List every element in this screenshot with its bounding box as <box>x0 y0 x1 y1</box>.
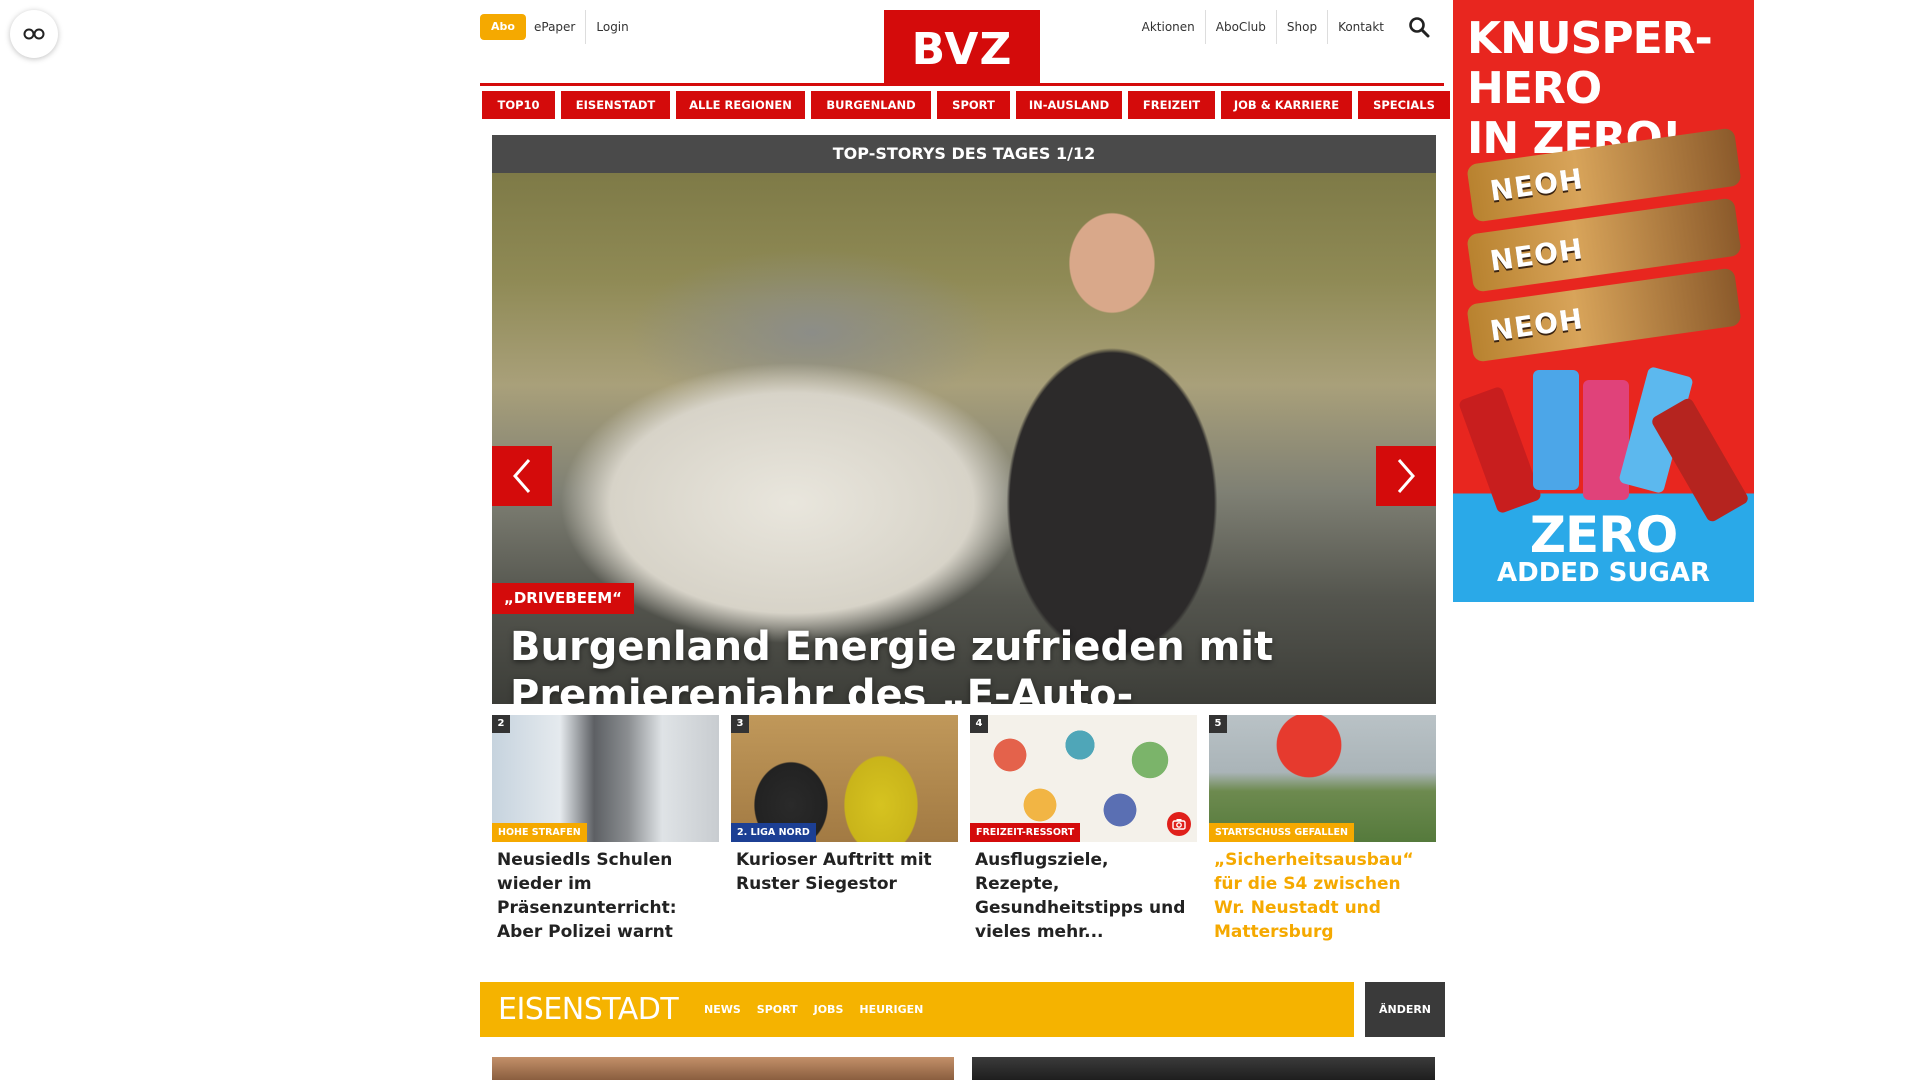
story-title[interactable]: Kurioser Auftritt mit Ruster Siegestor <box>731 842 958 896</box>
region-links: NEWS SPORT JOBS HEURIGEN <box>704 982 939 1037</box>
top-bar: Abo ePaper Login BVZ Aktionen AboClub Sh… <box>480 0 1444 84</box>
story-title[interactable]: „Sicherheitsausbau“ für die S4 zwischen … <box>1209 842 1436 944</box>
ad-product-packs <box>1457 366 1750 524</box>
story-title[interactable]: Ausflugsziele, Rezepte, Gesundheitstipps… <box>970 842 1197 944</box>
advertisement-banner[interactable]: KNUSPER-HERO IN ZERO! NEOH NEOH NEOH ZER… <box>1453 0 1754 602</box>
story-card[interactable]: 4 FREIZEIT-RESSORT Ausflugsziele, Rezept… <box>970 715 1197 944</box>
camera-icon <box>1167 812 1191 836</box>
region-title[interactable]: EISENSTADT <box>498 982 679 1037</box>
region-link-sport[interactable]: SPORT <box>757 982 798 1037</box>
aktionen-link[interactable]: Aktionen <box>1132 10 1205 44</box>
ad-pack <box>1457 385 1543 515</box>
nav-item-burgenland[interactable]: BURGENLAND <box>811 91 931 119</box>
ad-product-name: NEOH <box>1487 301 1586 348</box>
region-link-jobs[interactable]: JOBS <box>814 982 844 1037</box>
story-number: 3 <box>731 715 749 733</box>
story-number: 2 <box>492 715 510 733</box>
top-links-left: ePaper Login <box>524 10 639 44</box>
abo-button[interactable]: Abo <box>480 14 526 40</box>
slider-next-button[interactable] <box>1376 446 1436 506</box>
bvz-logo[interactable]: BVZ <box>884 10 1040 84</box>
page: Abo ePaper Login BVZ Aktionen AboClub Sh… <box>0 0 1920 1080</box>
story-title[interactable]: Neusiedls Schulen wieder im Präsenzunter… <box>492 842 719 944</box>
slider-header: TOP-STORYS DES TAGES 1/12 <box>492 135 1436 173</box>
shop-link[interactable]: Shop <box>1275 10 1327 44</box>
story-tag: STARTSCHUSS GEFALLEN <box>1209 823 1354 842</box>
region-link-news[interactable]: NEWS <box>704 982 741 1037</box>
story-card[interactable]: 5 STARTSCHUSS GEFALLEN „Sicherheitsausba… <box>1209 715 1436 944</box>
story-number: 4 <box>970 715 988 733</box>
nav-item-specials[interactable]: SPECIALS <box>1358 91 1450 119</box>
story-image[interactable]: 4 FREIZEIT-RESSORT <box>970 715 1197 842</box>
aboclub-link[interactable]: AboClub <box>1204 10 1276 44</box>
nav-item-alle-regionen[interactable]: ALLE REGIONEN <box>676 91 805 119</box>
top-links-right: Aktionen AboClub Shop Kontakt <box>1132 10 1394 44</box>
ad-product-name: NEOH <box>1487 161 1586 208</box>
story-card[interactable]: 2 HOHE STRAFEN Neusiedls Schulen wieder … <box>492 715 719 944</box>
nav-item-freizeit[interactable]: FREIZEIT <box>1128 91 1215 119</box>
story-image[interactable]: 3 2. LIGA NORD <box>731 715 958 842</box>
main-nav: TOP10 EISENSTADT ALLE REGIONEN BURGENLAN… <box>482 91 1450 119</box>
nav-item-job-karriere[interactable]: JOB & KARRIERE <box>1221 91 1352 119</box>
story-image[interactable]: 2 HOHE STRAFEN <box>492 715 719 842</box>
region-bar: EISENSTADT NEWS SPORT JOBS HEURIGEN <box>480 982 1354 1037</box>
ad-pack <box>1533 370 1579 490</box>
hero-image[interactable]: „DRIVEBEEM“ Burgenland Energie zufrieden… <box>492 173 1436 704</box>
ad-zero-text: ZERO <box>1529 506 1678 564</box>
story-tag: HOHE STRAFEN <box>492 823 587 842</box>
reader-mode-button[interactable] <box>10 10 58 58</box>
ad-product-name: NEOH <box>1487 231 1586 278</box>
nav-item-top10[interactable]: TOP10 <box>482 91 555 119</box>
story-number: 5 <box>1209 715 1227 733</box>
header-divider <box>480 83 1444 86</box>
glasses-icon <box>23 28 45 40</box>
epaper-link[interactable]: ePaper <box>524 10 585 44</box>
story-image[interactable]: 5 STARTSCHUSS GEFALLEN <box>1209 715 1436 842</box>
kontakt-link[interactable]: Kontakt <box>1327 10 1394 44</box>
story-tag: FREIZEIT-RESSORT <box>970 823 1081 842</box>
hero-title[interactable]: Burgenland Energie zufrieden mit Premier… <box>510 623 1410 704</box>
ad-sub-text: ADDED SUGAR <box>1496 558 1710 588</box>
login-link[interactable]: Login <box>585 10 638 44</box>
chevron-right-icon <box>1397 459 1415 493</box>
story-card[interactable]: 3 2. LIGA NORD Kurioser Auftritt mit Rus… <box>731 715 958 944</box>
story-tag: 2. LIGA NORD <box>731 823 816 842</box>
slider-prev-button[interactable] <box>492 446 552 506</box>
nav-item-eisenstadt[interactable]: EISENSTADT <box>561 91 670 119</box>
hero-tag[interactable]: „DRIVEBEEM“ <box>492 583 635 614</box>
top-stories-slider: TOP-STORYS DES TAGES 1/12 „DRIVEBEEM“ Bu… <box>492 135 1436 704</box>
ad-headline-line: KNUSPER-HERO <box>1467 13 1713 114</box>
chevron-left-icon <box>513 459 531 493</box>
region-link-heurigen[interactable]: HEURIGEN <box>859 982 923 1037</box>
teaser-image[interactable] <box>972 1057 1435 1080</box>
teaser-image[interactable] <box>492 1057 954 1080</box>
nav-item-in-ausland[interactable]: IN-AUSLAND <box>1016 91 1122 119</box>
change-region-button[interactable]: ÄNDERN <box>1365 982 1445 1037</box>
story-cards: 2 HOHE STRAFEN Neusiedls Schulen wieder … <box>492 715 1436 944</box>
search-icon[interactable] <box>1408 16 1430 38</box>
nav-item-sport[interactable]: SPORT <box>937 91 1010 119</box>
